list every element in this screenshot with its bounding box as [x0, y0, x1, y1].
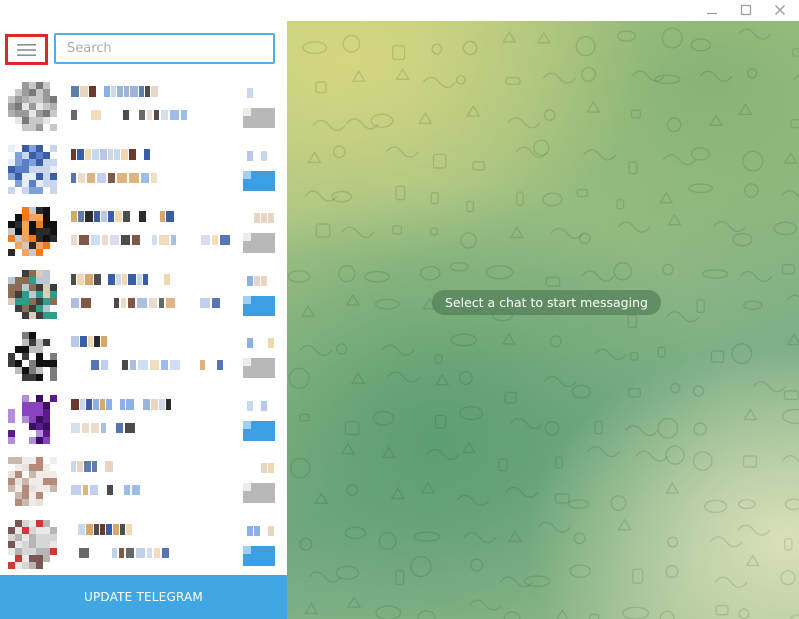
chat-badge-redacted: [243, 295, 275, 316]
chat-name-redacted: [71, 461, 221, 472]
main-menu-button[interactable]: [5, 34, 48, 65]
chat-badge-redacted: [243, 420, 275, 441]
close-icon: [775, 5, 785, 15]
chat-preview-redacted: [71, 172, 221, 183]
chat-name-redacted: [71, 398, 221, 410]
chat-avatar: [8, 457, 57, 506]
chat-preview-redacted: [71, 235, 230, 245]
chat-preview-redacted: [71, 485, 221, 495]
chat-preview-redacted: [71, 110, 221, 120]
chat-time-redacted: [247, 88, 275, 98]
search-input[interactable]: [54, 33, 275, 64]
chat-badge-redacted: [243, 483, 275, 503]
update-telegram-button[interactable]: UPDATE TELEGRAM: [0, 575, 287, 619]
chat-avatar: [8, 394, 57, 444]
chat-badge-redacted: [243, 545, 275, 566]
chat-name-redacted: [71, 86, 221, 97]
chat-time-redacted: [247, 463, 275, 473]
chat-list-item[interactable]: [0, 199, 287, 261]
chat-list-item[interactable]: [0, 512, 287, 574]
chat-badge-redacted: [243, 170, 275, 191]
chat-area: Select a chat to start messaging: [287, 21, 799, 619]
chat-list-item[interactable]: [0, 324, 287, 386]
chat-list-item[interactable]: [0, 449, 287, 511]
chat-time-redacted: [247, 213, 275, 223]
maximize-button[interactable]: [731, 0, 761, 21]
chat-avatar: [8, 332, 57, 381]
title-bar: [0, 0, 799, 21]
chat-list-item[interactable]: [0, 262, 287, 324]
chat-avatar: [8, 269, 57, 319]
chat-name-redacted: [71, 273, 221, 285]
chat-time-redacted: [247, 275, 275, 286]
chat-name-redacted: [71, 336, 221, 347]
chat-list[interactable]: [0, 74, 287, 574]
maximize-icon: [740, 4, 752, 16]
empty-chat-message: Select a chat to start messaging: [432, 290, 661, 315]
chat-badge-redacted: [243, 233, 275, 253]
hamburger-menu-icon: [17, 44, 36, 56]
chat-sidebar: UPDATE TELEGRAM: [0, 21, 287, 619]
chat-time-redacted: [247, 525, 275, 536]
chat-avatar: [8, 519, 57, 569]
chat-avatar: [8, 82, 57, 131]
chat-preview-redacted: [71, 297, 221, 308]
chat-time-redacted: [247, 338, 275, 348]
chat-badge-redacted: [243, 108, 275, 128]
close-button[interactable]: [765, 0, 795, 21]
minimize-icon: [707, 12, 717, 15]
chat-avatar: [8, 144, 57, 194]
chat-time-redacted: [247, 400, 275, 411]
chat-avatar: [8, 207, 57, 256]
chat-name-redacted: [71, 523, 221, 535]
chat-preview-redacted: [71, 360, 223, 370]
chat-list-item[interactable]: [0, 387, 287, 449]
chat-background-pattern: [287, 27, 799, 619]
chat-preview-redacted: [71, 422, 221, 433]
chat-time-redacted: [247, 150, 275, 161]
chat-list-item[interactable]: [0, 74, 287, 136]
minimize-button[interactable]: [697, 0, 727, 21]
chat-name-redacted: [71, 211, 221, 222]
chat-badge-redacted: [243, 358, 275, 378]
chat-preview-redacted: [71, 547, 221, 558]
chat-name-redacted: [71, 148, 221, 160]
chat-list-item[interactable]: [0, 137, 287, 199]
